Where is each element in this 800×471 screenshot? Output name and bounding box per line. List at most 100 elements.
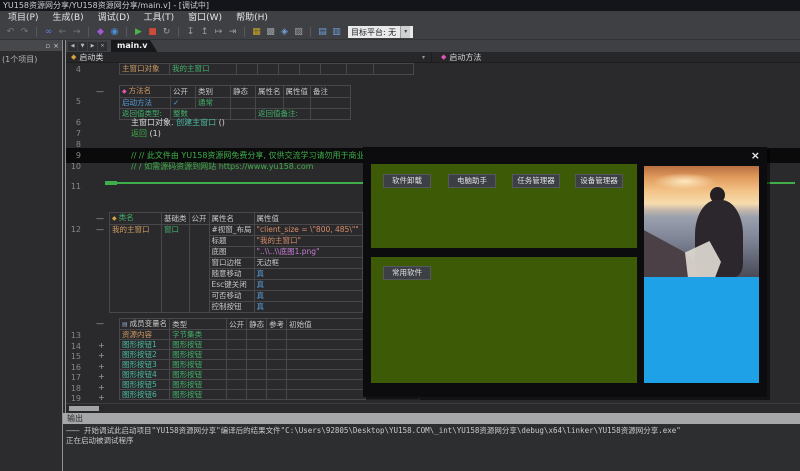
empty-cell[interactable] <box>227 390 247 400</box>
public-check-cell[interactable]: ✓ <box>171 98 196 109</box>
member-type-cell[interactable]: 图形按钮 <box>170 350 227 360</box>
empty-cell[interactable] <box>267 380 287 390</box>
empty-cell[interactable] <box>247 360 267 370</box>
member-type-cell[interactable]: 我的主窗口 <box>170 64 237 75</box>
code-line-6[interactable]: 主窗口对象. 创建主窗口 () <box>131 118 225 128</box>
member-type-cell[interactable]: 图形按钮 <box>170 340 227 350</box>
property-value-cell[interactable]: 真 <box>254 302 362 313</box>
panel-right-icon[interactable]: ▥ <box>331 26 342 39</box>
class-name-cell[interactable]: 我的主窗口 <box>110 225 162 313</box>
menu-tools[interactable]: 工具(T) <box>144 11 175 25</box>
empty-cell[interactable] <box>237 64 258 75</box>
empty-cell[interactable] <box>256 98 284 109</box>
redo-icon[interactable]: ↷ <box>19 26 30 39</box>
pc-assistant-button[interactable]: 电脑助手 <box>448 174 496 188</box>
chevron-down-icon[interactable]: ▾ <box>422 54 425 61</box>
member-type-cell[interactable]: 字节集类 <box>170 330 227 340</box>
empty-cell[interactable] <box>267 370 287 380</box>
empty-cell[interactable] <box>247 330 267 340</box>
code-line-9-comment[interactable]: // // 此文件由 YU158资源网免费分享, 仅供交流学习请勿用于商业用途 <box>131 151 381 161</box>
task-manager-button[interactable]: 任务管理器 <box>512 174 560 188</box>
method-selector[interactable]: ◆ 启动方法 <box>432 52 800 62</box>
code-line-7[interactable]: 返回 (1) <box>131 129 161 139</box>
menu-project[interactable]: 项目(P) <box>8 11 38 25</box>
pin-icon[interactable]: ▫ <box>45 42 50 50</box>
member-name-cell[interactable]: 图形按钮2 <box>120 350 170 360</box>
menu-build[interactable]: 生成(B) <box>52 11 83 25</box>
fold-marker[interactable]: — <box>96 226 104 234</box>
property-value-cell[interactable]: 无边框 <box>254 258 362 269</box>
menu-help[interactable]: 帮助(H) <box>236 11 268 25</box>
empty-cell[interactable] <box>321 64 347 75</box>
tab-main-v[interactable]: main.v <box>111 40 157 52</box>
property-value-cell[interactable]: "我的主窗口" <box>254 236 362 247</box>
tab-close-icon[interactable]: × <box>98 42 107 51</box>
empty-cell[interactable] <box>231 98 256 109</box>
package-icon[interactable]: ◈ <box>279 26 290 39</box>
tab-scroll-left-icon[interactable]: ◀ <box>68 42 77 51</box>
property-name-cell[interactable]: #视窗_布局 <box>209 225 254 236</box>
back-icon[interactable]: ← <box>57 26 68 39</box>
empty-cell[interactable] <box>311 109 351 120</box>
code-line-10-comment[interactable]: // / 如需源码资源到网站 https://www.yu158.com <box>131 162 314 172</box>
method-name-cell[interactable]: 启动方法 <box>120 98 171 109</box>
empty-cell[interactable] <box>258 64 279 75</box>
empty-cell[interactable] <box>267 330 287 340</box>
empty-cell[interactable] <box>374 64 414 75</box>
class-selector[interactable]: ◆ 启动类 ▾ <box>66 52 432 62</box>
property-name-cell[interactable]: 随意移动 <box>209 269 254 280</box>
expand-marker[interactable]: + <box>98 384 105 392</box>
run-to-cursor-icon[interactable]: ⇥ <box>227 26 238 39</box>
empty-cell[interactable] <box>227 370 247 380</box>
close-icon[interactable]: × <box>751 150 760 161</box>
empty-cell[interactable] <box>279 64 300 75</box>
property-value-cell[interactable]: 真 <box>254 280 362 291</box>
public-cell[interactable] <box>189 225 209 313</box>
empty-cell[interactable] <box>283 98 311 109</box>
run-icon[interactable]: ▶ <box>133 26 144 39</box>
browser-icon[interactable]: ◉ <box>109 26 120 39</box>
expand-marker[interactable]: + <box>98 352 105 360</box>
category-cell[interactable]: 通常 <box>196 98 231 109</box>
empty-cell[interactable] <box>247 390 267 400</box>
empty-cell[interactable] <box>227 350 247 360</box>
close-icon[interactable]: × <box>53 42 59 50</box>
tab-scroll-right-icon[interactable]: ▶ <box>88 42 97 51</box>
stop-icon[interactable]: ■ <box>147 26 158 39</box>
fold-marker[interactable]: — <box>96 88 104 96</box>
empty-cell[interactable] <box>227 360 247 370</box>
fold-marker[interactable]: — <box>96 320 104 328</box>
empty-cell[interactable] <box>227 340 247 350</box>
horizontal-scrollbar[interactable] <box>66 403 800 413</box>
empty-cell[interactable] <box>247 340 267 350</box>
member-name-cell[interactable]: 主窗口对象 <box>120 64 170 75</box>
step-over-icon[interactable]: ↦ <box>213 26 224 39</box>
property-name-cell[interactable]: 可否移动 <box>209 291 254 302</box>
chevron-down-icon[interactable]: ▾ <box>400 26 410 38</box>
volcano-logo-icon[interactable]: ◆ <box>95 26 106 39</box>
empty-cell[interactable] <box>231 109 256 120</box>
property-value-cell[interactable]: 真 <box>254 291 362 302</box>
member-name-cell[interactable]: 图形按钮6 <box>120 390 170 400</box>
output-panel-header[interactable]: 输出 <box>63 413 800 424</box>
empty-cell[interactable] <box>227 330 247 340</box>
member-name-cell[interactable]: 图形按钮4 <box>120 370 170 380</box>
empty-cell[interactable] <box>247 370 267 380</box>
fold-marker[interactable]: — <box>96 215 104 223</box>
base-class-cell[interactable]: 窗口 <box>162 225 190 313</box>
empty-cell[interactable] <box>347 64 374 75</box>
property-name-cell[interactable]: 窗口边框 <box>209 258 254 269</box>
property-name-cell[interactable]: 标题 <box>209 236 254 247</box>
empty-cell[interactable] <box>247 350 267 360</box>
tab-list-icon[interactable]: ▼ <box>78 42 87 51</box>
property-value-cell[interactable]: "client_size = \"800, 485\"" <box>254 225 362 236</box>
clean-icon[interactable]: ▨ <box>293 26 304 39</box>
property-value-cell[interactable]: "..\\..\\底图1.png" <box>254 247 362 258</box>
property-name-cell[interactable]: Esc键关闭 <box>209 280 254 291</box>
expand-marker[interactable]: + <box>98 394 105 402</box>
step-out-icon[interactable]: ↥ <box>199 26 210 39</box>
member-type-cell[interactable]: 图形按钮 <box>170 370 227 380</box>
find-icon[interactable]: ∞ <box>43 26 54 39</box>
member-type-cell[interactable]: 图形按钮 <box>170 380 227 390</box>
device-manager-button[interactable]: 设备管理器 <box>575 174 623 188</box>
